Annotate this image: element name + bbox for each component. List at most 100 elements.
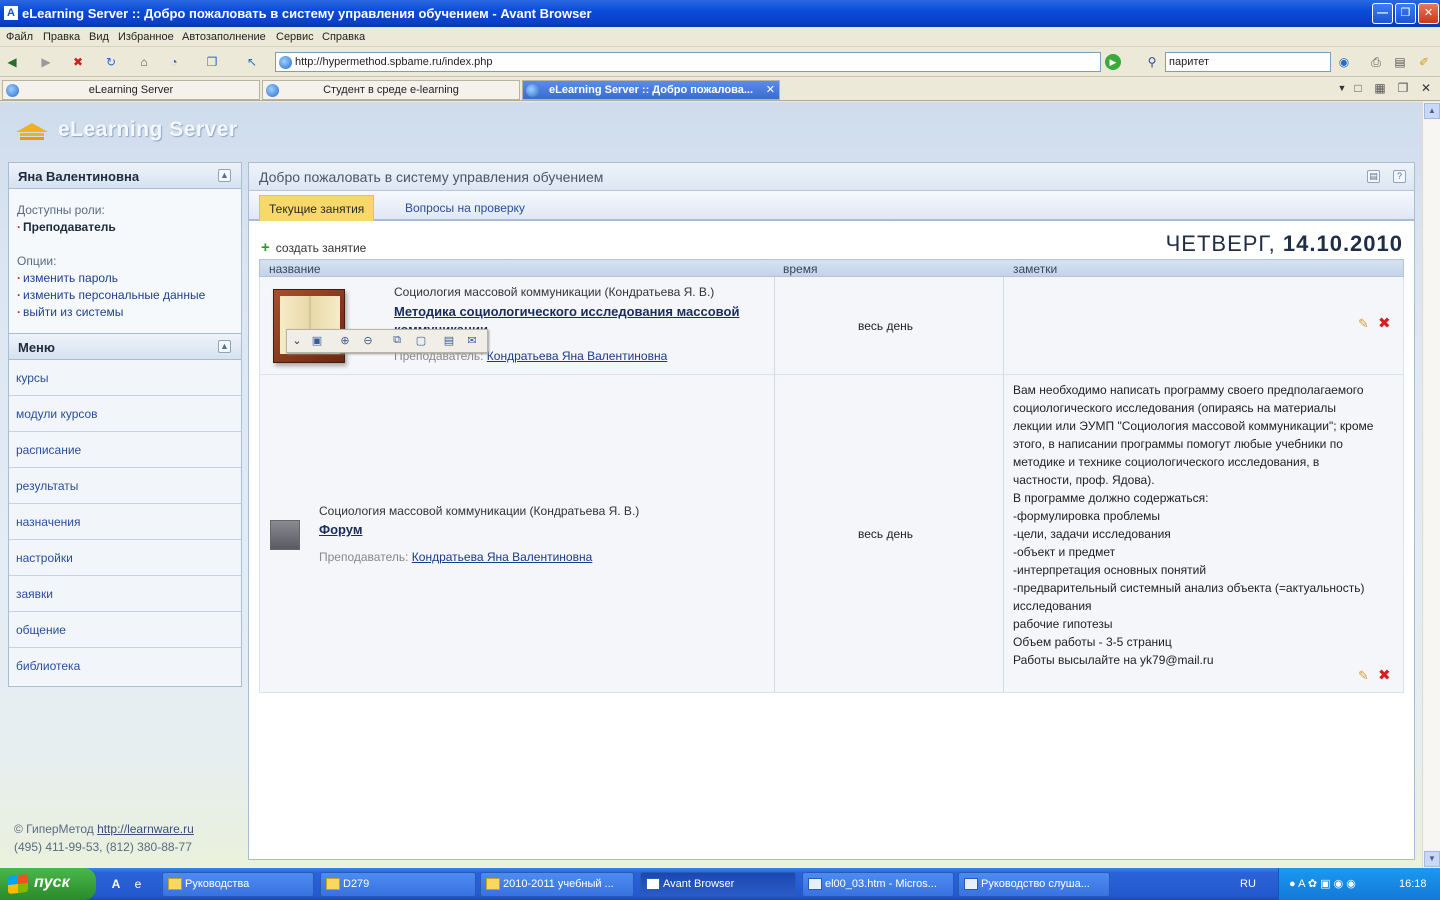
browser-tab-student[interactable]: Студент в среде e-learning: [262, 80, 520, 100]
clipboard-icon[interactable]: ▤: [441, 334, 457, 348]
menu-item-settings[interactable]: настройки: [9, 540, 241, 576]
taskbar: пуск A e Руководства D279 2010-2011 учеб…: [0, 868, 1440, 900]
task-word-el00[interactable]: el00_03.htm - Micros...: [802, 872, 954, 897]
zoom-out-icon[interactable]: ⊖: [360, 334, 376, 348]
address-text: http://hypermethod.spbame.ru/index.php: [295, 56, 493, 68]
help-icon[interactable]: ?: [1393, 170, 1406, 183]
logout-link[interactable]: · выйти из системы: [9, 305, 241, 319]
task-rukovodstva[interactable]: Руководства: [162, 872, 314, 897]
mail-icon[interactable]: ✉: [464, 334, 480, 348]
menu-view[interactable]: Вид: [89, 31, 109, 43]
minimize-button[interactable]: —: [1372, 3, 1393, 24]
ie-quicklaunch-icon[interactable]: e: [130, 876, 146, 892]
cascade-icon[interactable]: ❐: [1395, 80, 1411, 96]
globe-icon: [6, 84, 19, 97]
window-icon[interactable]: ▢: [413, 334, 429, 348]
menu-service[interactable]: Сервис: [276, 31, 314, 43]
start-button[interactable]: пуск: [0, 868, 96, 900]
tab-questions-review[interactable]: Вопросы на проверку: [396, 195, 534, 221]
language-indicator[interactable]: RU: [1240, 878, 1256, 890]
pointer-icon[interactable]: ↖: [244, 54, 260, 70]
role-teacher[interactable]: · Преподаватель: [9, 220, 241, 234]
menu-item-course-modules[interactable]: модули курсов: [9, 396, 241, 432]
avant-quicklaunch-icon[interactable]: A: [108, 876, 124, 892]
search-input[interactable]: паритет: [1165, 52, 1331, 72]
browser-tab-active[interactable]: eLearning Server :: Добро пожалова... ✕: [522, 80, 780, 100]
print-page-icon[interactable]: ▤: [1367, 170, 1380, 183]
menu-item-courses[interactable]: курсы: [9, 360, 241, 396]
new-tab-icon[interactable]: □: [1350, 80, 1366, 96]
close-tab-icon[interactable]: ✕: [1418, 80, 1434, 96]
avant-icon: [646, 878, 660, 890]
delete-icon[interactable]: ✖: [1378, 314, 1391, 332]
tools-icon[interactable]: ✐: [1416, 54, 1432, 70]
table-row: Социология массовой коммуникации (Кондра…: [259, 375, 1404, 693]
task-word-rukovodstvo[interactable]: Руководство слуша...: [958, 872, 1110, 897]
collapse-icon[interactable]: ▲: [218, 340, 231, 353]
window-title: eLearning Server :: Добро пожаловать в с…: [22, 6, 592, 21]
change-password-link[interactable]: · изменить пароль: [9, 271, 241, 285]
edit-icon[interactable]: ✎: [1358, 668, 1369, 684]
copy-icon[interactable]: ⧉: [389, 334, 405, 348]
vertical-scrollbar[interactable]: ▲ ▼: [1422, 102, 1440, 868]
search-icon[interactable]: ⚲: [1144, 54, 1160, 70]
stop-icon[interactable]: ✖: [70, 54, 86, 70]
task-avant-browser[interactable]: Avant Browser: [640, 872, 796, 897]
refresh-icon[interactable]: ↻: [103, 54, 119, 70]
new-window-icon[interactable]: ❐: [204, 54, 220, 70]
teacher-link[interactable]: Кондратьева Яна Валентиновна: [487, 349, 668, 363]
menu-file[interactable]: Файл: [6, 31, 33, 43]
go-icon[interactable]: ▶: [1105, 54, 1121, 70]
current-date: ЧЕТВЕРГ, 14.10.2010: [1165, 231, 1403, 256]
user-name: Яна Валентиновна ▲: [9, 163, 241, 189]
edit-icon[interactable]: ✎: [1358, 316, 1369, 332]
delete-icon[interactable]: ✖: [1378, 666, 1391, 684]
folder-icon: [168, 878, 182, 890]
scroll-up-icon[interactable]: ▲: [1424, 103, 1440, 119]
menu-favorites[interactable]: Избранное: [118, 31, 174, 43]
menu-item-requests[interactable]: заявки: [9, 576, 241, 612]
menu-item-library[interactable]: библиотека: [9, 648, 241, 684]
collapse-icon[interactable]: ▲: [218, 169, 231, 182]
restore-button[interactable]: ❐: [1395, 3, 1416, 24]
chevron-down-icon[interactable]: ▼: [1334, 80, 1350, 96]
logo: eLearning Server: [16, 118, 238, 142]
create-lesson-link[interactable]: + создать занятие: [261, 239, 366, 256]
menu-item-communication[interactable]: общение: [9, 612, 241, 648]
close-button[interactable]: ✕: [1418, 3, 1439, 24]
menu-item-assignments[interactable]: назначения: [9, 504, 241, 540]
tile-icon[interactable]: ▦: [1372, 80, 1388, 96]
menu-item-schedule[interactable]: расписание: [9, 432, 241, 468]
menu-help[interactable]: Справка: [322, 31, 365, 43]
user-panel: Яна Валентиновна ▲ Доступны роли: · Препо…: [8, 162, 242, 334]
zoom-in-icon[interactable]: ⊕: [337, 334, 353, 348]
home-icon[interactable]: ⌂: [136, 54, 152, 70]
tray-icons[interactable]: ● A ✿ ▣ ◉ ◉: [1289, 877, 1356, 890]
tab-current-lessons[interactable]: Текущие занятия: [259, 195, 375, 221]
page-icon[interactable]: ▤: [1392, 54, 1408, 70]
tab-close-icon[interactable]: ✕: [766, 81, 775, 99]
teacher-link[interactable]: Кондратьева Яна Валентиновна: [412, 550, 593, 564]
task-d279[interactable]: D279: [320, 872, 476, 897]
menu-autofill[interactable]: Автозаполнение: [182, 31, 266, 43]
print-icon[interactable]: ⎙: [1368, 54, 1384, 70]
search-go-icon[interactable]: ◉: [1336, 54, 1352, 70]
save-icon[interactable]: ▣: [309, 334, 325, 348]
task-2010-2011[interactable]: 2010-2011 учебный ...: [480, 872, 634, 897]
forward-icon[interactable]: ▶: [38, 54, 54, 70]
browser-tab-elearning[interactable]: eLearning Server: [2, 80, 260, 100]
change-personal-data-link[interactable]: · изменить персональные данные: [9, 288, 241, 302]
menu-item-results[interactable]: результаты: [9, 468, 241, 504]
chevron-down-icon[interactable]: ⌄: [289, 334, 305, 348]
learnware-link[interactable]: http://learnware.ru: [97, 822, 194, 836]
history-icon[interactable]: ◔: [166, 54, 182, 70]
forum-link[interactable]: Форум: [319, 522, 362, 537]
teacher-info: Преподаватель: Кондратьева Яна Валентино…: [319, 550, 593, 564]
course-name: Социология массовой коммуникации (Кондра…: [319, 504, 640, 518]
address-bar[interactable]: http://hypermethod.spbame.ru/index.php: [275, 52, 1101, 72]
footer: © ГиперМетод http://learnware.ru (495) 4…: [14, 822, 194, 854]
menu-edit[interactable]: Правка: [43, 31, 80, 43]
back-icon[interactable]: ◀: [4, 54, 20, 70]
scroll-down-icon[interactable]: ▼: [1424, 851, 1440, 867]
browser-tabs: eLearning Server Студент в среде e-learn…: [0, 78, 1440, 101]
